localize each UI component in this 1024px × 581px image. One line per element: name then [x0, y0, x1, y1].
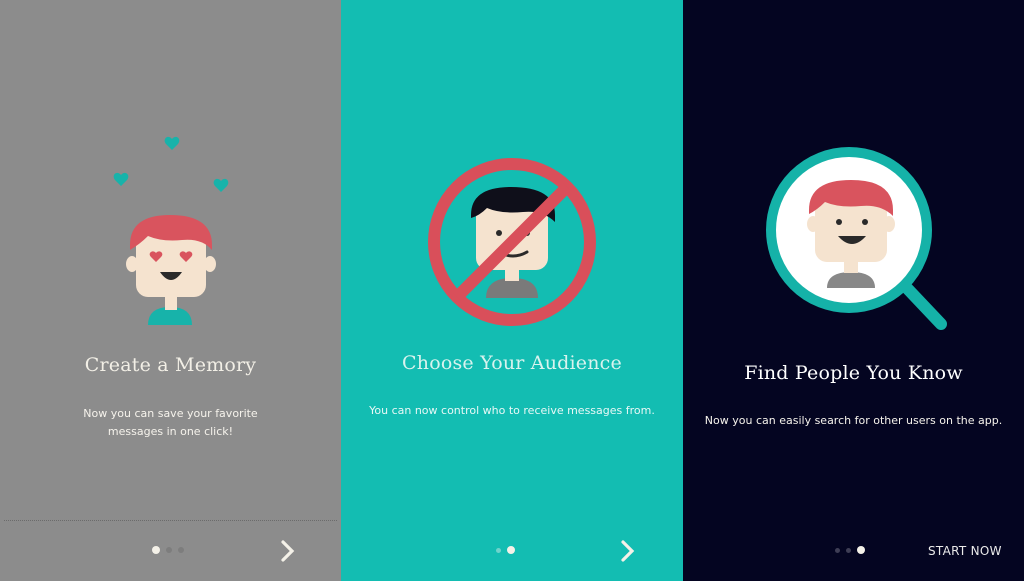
page-dot-3	[857, 546, 865, 554]
page-dot-2	[846, 547, 851, 553]
panel-title: Find People You Know	[744, 362, 963, 384]
page-indicator	[152, 546, 184, 554]
page-indicator	[496, 546, 515, 554]
onboarding-panel-find-people: Find People You Know Now you can easily …	[683, 0, 1024, 581]
start-now-button[interactable]: START NOW	[928, 544, 1002, 558]
magnifier-person-icon	[766, 147, 947, 330]
onboarding-panel-audience: Choose Your Audience You can now control…	[341, 0, 683, 581]
chevron-right-icon	[281, 540, 295, 562]
heart-eyes-person-icon	[113, 136, 229, 325]
page-dot-3	[178, 547, 184, 553]
panel-description: Now you can easily search for other user…	[704, 414, 1003, 427]
panel-description: Now you can save your favorite messages …	[83, 407, 258, 438]
page-dot-1	[496, 547, 501, 553]
onboarding-panel-memory: Create a Memory Now you can save your fa…	[0, 0, 341, 581]
page-dot-1	[835, 547, 840, 553]
panel-title: Choose Your Audience	[402, 352, 622, 374]
panel-description: You can now control who to receive messa…	[369, 404, 655, 417]
divider	[4, 520, 337, 521]
page-dot-1	[152, 546, 160, 554]
panel-title: Create a Memory	[84, 354, 257, 376]
page-dot-2	[507, 546, 515, 554]
next-button[interactable]	[276, 539, 300, 563]
page-dot-2	[166, 547, 172, 553]
chevron-right-icon	[621, 540, 635, 562]
next-button[interactable]	[616, 539, 640, 563]
page-indicator	[835, 546, 865, 554]
blocked-person-icon	[428, 158, 596, 326]
